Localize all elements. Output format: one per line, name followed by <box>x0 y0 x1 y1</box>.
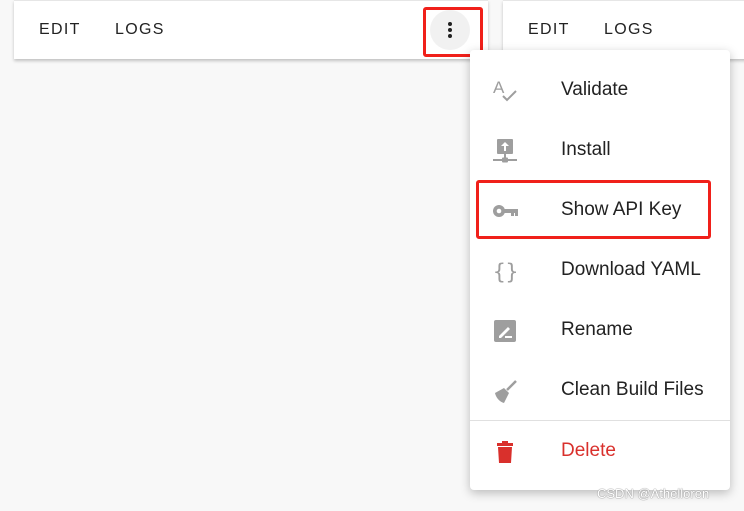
menu-item-label: Install <box>561 139 611 160</box>
code-braces-icon: {} <box>493 260 518 284</box>
logs-button[interactable]: LOGS <box>604 21 654 39</box>
svg-text:{}: {} <box>493 260 518 284</box>
edit-button[interactable]: EDIT <box>39 21 81 39</box>
menu-item-download-yaml[interactable]: {} Download YAML <box>470 240 730 300</box>
menu-item-validate[interactable]: A Validate <box>470 60 730 120</box>
menu-item-install[interactable]: Install <box>470 120 730 180</box>
rename-icon <box>494 320 516 342</box>
menu-item-label: Delete <box>561 440 616 461</box>
trash-icon <box>497 441 513 463</box>
more-options-button[interactable] <box>430 10 470 50</box>
menu-item-delete[interactable]: Delete <box>470 421 730 481</box>
menu-item-label: Rename <box>561 319 633 340</box>
upload-network-icon <box>493 139 517 163</box>
menu-item-rename[interactable]: Rename <box>470 300 730 360</box>
logs-button[interactable]: LOGS <box>115 21 165 39</box>
menu-item-label: Download YAML <box>561 259 701 280</box>
context-menu: A Validate Install Show API Key {} Downl… <box>470 50 730 490</box>
broom-icon <box>495 380 517 403</box>
menu-item-label: Show API Key <box>561 199 682 220</box>
svg-text:A: A <box>493 78 505 97</box>
menu-item-label: Clean Build Files <box>561 379 704 400</box>
spellcheck-icon: A <box>493 78 517 102</box>
menu-item-clean-build-files[interactable]: Clean Build Files <box>470 360 730 420</box>
key-icon <box>493 205 518 217</box>
device-card: EDIT LOGS <box>14 0 488 59</box>
menu-item-show-api-key[interactable]: Show API Key <box>470 180 730 240</box>
edit-button[interactable]: EDIT <box>528 21 570 39</box>
menu-item-label: Validate <box>561 79 629 100</box>
watermark: CSDN @Athelloren <box>597 486 710 501</box>
